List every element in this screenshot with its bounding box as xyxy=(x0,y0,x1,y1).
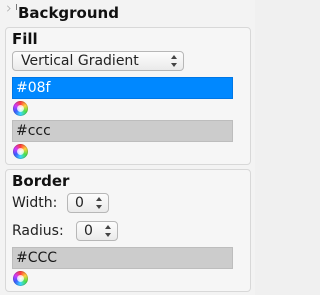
color-wheel-icon[interactable] xyxy=(13,271,28,286)
fill-color-2-field[interactable]: #ccc xyxy=(12,120,233,142)
up-down-arrows-icon xyxy=(171,55,178,67)
background-panel: Background Fill Vertical Gradient #08f #… xyxy=(0,0,255,295)
border-title: Border xyxy=(12,172,70,190)
width-spinner[interactable]: 0 xyxy=(67,193,109,213)
header-tick xyxy=(16,4,17,10)
radius-spinner[interactable]: 0 xyxy=(76,221,118,241)
fill-title: Fill xyxy=(12,30,38,48)
border-color-value: #CCC xyxy=(16,250,58,266)
panel-title: Background xyxy=(18,4,119,22)
radius-label: Radius: xyxy=(12,223,64,239)
gradient-type-select[interactable]: Vertical Gradient xyxy=(12,51,184,71)
color-wheel-icon[interactable] xyxy=(13,144,28,159)
up-down-arrows-icon[interactable] xyxy=(105,225,112,237)
fill-color-1-field[interactable]: #08f xyxy=(12,77,233,99)
up-down-arrows-icon[interactable] xyxy=(96,197,103,209)
panel-header[interactable]: Background xyxy=(0,0,255,26)
color-wheel-icon[interactable] xyxy=(13,101,28,116)
width-label: Width: xyxy=(12,195,58,211)
radius-value: 0 xyxy=(84,223,93,239)
fill-color-2-value: #ccc xyxy=(16,123,51,139)
fill-color-1-value: #08f xyxy=(16,80,51,96)
collapse-arrow-icon[interactable] xyxy=(4,5,11,12)
border-color-field[interactable]: #CCC xyxy=(12,247,233,269)
fill-group: Fill Vertical Gradient #08f #ccc xyxy=(5,27,251,165)
border-group: Border Width: 0 Radius: 0 #CCC xyxy=(5,169,251,292)
gradient-type-value: Vertical Gradient xyxy=(21,53,139,69)
width-value: 0 xyxy=(75,195,84,211)
